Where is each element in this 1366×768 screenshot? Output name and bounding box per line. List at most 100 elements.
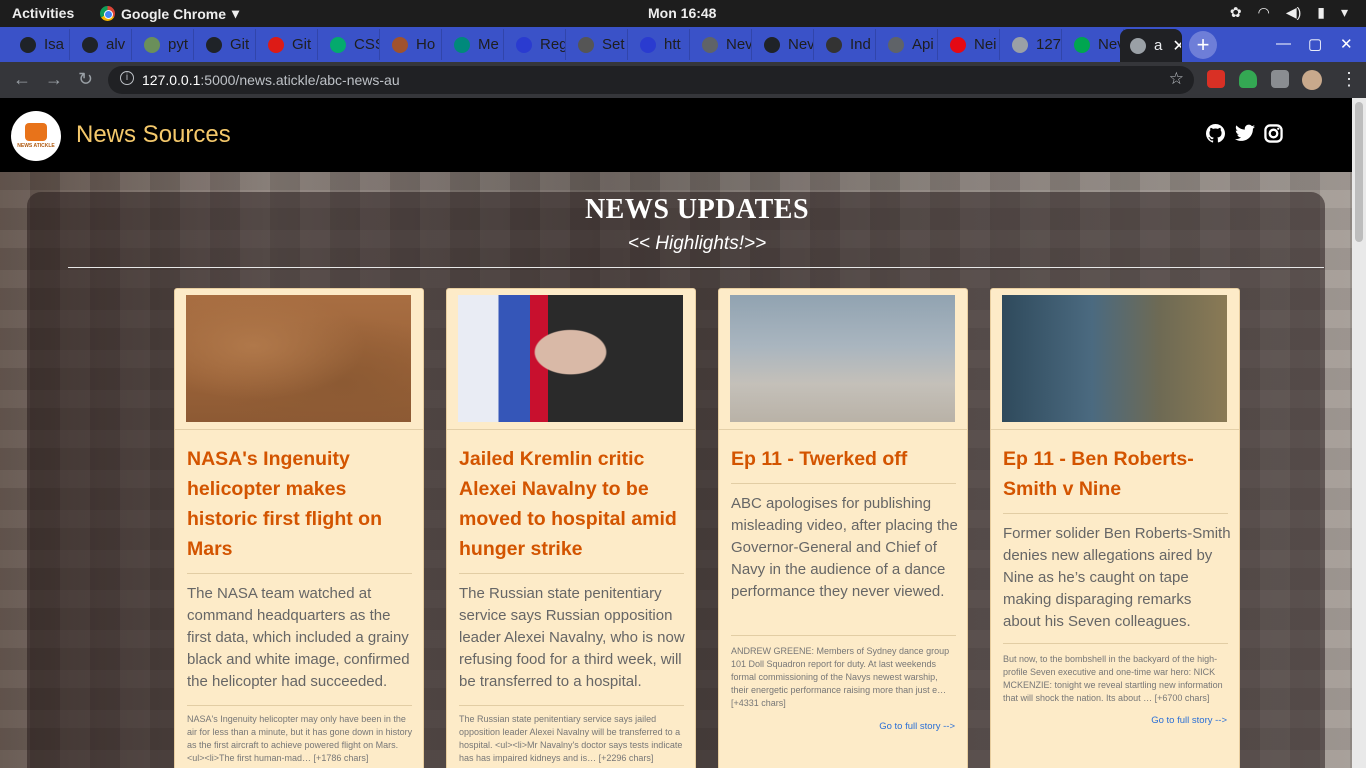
meet-icon bbox=[454, 36, 470, 53]
app-menu[interactable]: Google Chrome ▾ bbox=[100, 5, 239, 22]
close-tab-icon[interactable]: ✕ bbox=[1172, 36, 1181, 56]
tab[interactable]: pyt bbox=[134, 29, 194, 60]
article-image-frame bbox=[447, 289, 695, 430]
forward-icon[interactable]: → bbox=[45, 69, 63, 90]
article-description: Former solider Ben Roberts-Smith denies … bbox=[1003, 525, 1231, 630]
os-top-bar: Activities Google Chrome ▾ Mon 16:48 ✿ ◠… bbox=[0, 0, 1366, 27]
tab[interactable]: Me bbox=[444, 29, 504, 60]
article-image-frame bbox=[175, 289, 423, 430]
bookmark-star-icon[interactable]: ☆ bbox=[1169, 69, 1184, 89]
scrollbar-thumb[interactable] bbox=[1355, 102, 1363, 242]
tab[interactable]: Nei bbox=[940, 29, 1000, 60]
article-card[interactable]: Jailed Kremlin critic Alexei Navalny to … bbox=[446, 288, 696, 768]
article-card[interactable]: NASA's Ingenuity helicopter makes histor… bbox=[174, 288, 424, 768]
github-icon bbox=[20, 36, 36, 53]
browser-toolbar: ← → ↻ i 127.0.0.1:5000/news.atickle/abc-… bbox=[0, 62, 1366, 98]
article-title[interactable]: Ep 11 - Ben Roberts-Smith v Nine bbox=[1003, 444, 1231, 504]
tab[interactable]: alv bbox=[72, 29, 132, 60]
tab[interactable]: Nev bbox=[754, 29, 814, 60]
minimize-icon[interactable]: — bbox=[1276, 35, 1291, 52]
extension-shield-icon[interactable] bbox=[1239, 70, 1257, 88]
mars-helicopter-image[interactable] bbox=[186, 295, 411, 422]
full-story-link[interactable]: Go to full story --> bbox=[1151, 715, 1227, 726]
divider bbox=[187, 705, 412, 706]
extensions-puzzle-icon[interactable] bbox=[1271, 70, 1289, 88]
tab[interactable]: Set bbox=[568, 29, 628, 60]
logo-mark-icon bbox=[25, 123, 47, 141]
info-icon[interactable]: i bbox=[120, 71, 134, 85]
activities-button[interactable]: Activities bbox=[12, 5, 74, 21]
close-icon[interactable]: ✕ bbox=[1340, 35, 1353, 53]
tab[interactable]: 127 bbox=[1002, 29, 1062, 60]
article-description: ABC apologises for publishing misleading… bbox=[731, 495, 958, 600]
tab-active[interactable]: a✕ bbox=[1120, 29, 1182, 62]
page-scrollbar[interactable] bbox=[1352, 98, 1366, 768]
article-content: ANDREW GREENE: Members of Sydney dance g… bbox=[731, 646, 950, 708]
divider bbox=[1003, 643, 1228, 644]
new-tab-button[interactable]: + bbox=[1189, 31, 1217, 59]
navalny-portrait-image[interactable] bbox=[458, 295, 683, 422]
github-icon[interactable] bbox=[1206, 124, 1225, 148]
page-icon bbox=[516, 36, 532, 53]
secrets-of-war-image[interactable] bbox=[1002, 295, 1227, 422]
reload-icon[interactable]: ↻ bbox=[78, 69, 93, 90]
github-icon bbox=[764, 36, 780, 53]
tab[interactable]: Nev bbox=[692, 29, 752, 60]
divider bbox=[68, 267, 1324, 268]
divider bbox=[731, 483, 956, 484]
tab[interactable]: Nev bbox=[1064, 29, 1124, 60]
site-navbar: NEWS ATICKLE News Sources bbox=[0, 98, 1352, 172]
site-logo[interactable]: NEWS ATICKLE bbox=[11, 111, 61, 161]
maximize-icon[interactable]: ▢ bbox=[1308, 35, 1322, 53]
site-brand[interactable]: News Sources bbox=[76, 121, 231, 149]
clock[interactable]: Mon 16:48 bbox=[648, 5, 716, 21]
twitter-icon[interactable] bbox=[1235, 124, 1255, 147]
app-name: Google Chrome bbox=[121, 5, 227, 22]
divider bbox=[459, 573, 684, 574]
tab[interactable]: Ind bbox=[816, 29, 876, 60]
tab-label: Nei bbox=[974, 36, 997, 53]
tab-label: CSS bbox=[354, 36, 379, 53]
gear-icon bbox=[578, 36, 594, 53]
article-title[interactable]: NASA's Ingenuity helicopter makes histor… bbox=[187, 444, 415, 564]
back-icon[interactable]: ← bbox=[13, 69, 31, 90]
battery-icon[interactable]: ▮ bbox=[1317, 4, 1325, 21]
dance-performance-image[interactable] bbox=[730, 295, 955, 422]
address-bar[interactable]: i 127.0.0.1:5000/news.atickle/abc-news-a… bbox=[108, 66, 1194, 94]
tab-label: Reg bbox=[540, 36, 566, 53]
chrome-icon bbox=[100, 6, 115, 21]
menu-caret-icon[interactable]: ▾ bbox=[1341, 4, 1348, 21]
tab[interactable]: Api bbox=[878, 29, 938, 60]
tab[interactable]: Isa bbox=[10, 29, 70, 60]
divider bbox=[187, 573, 412, 574]
article-card[interactable]: Ep 11 - Twerked off ABC apologises for pu… bbox=[718, 288, 968, 768]
px-icon bbox=[1074, 36, 1090, 53]
tab-label: Set bbox=[602, 36, 625, 53]
full-story-link[interactable]: Go to full story --> bbox=[879, 721, 955, 732]
tab[interactable]: Reg bbox=[506, 29, 566, 60]
tab-label: Nev bbox=[726, 36, 752, 53]
profile-avatar[interactable] bbox=[1302, 70, 1322, 90]
article-card[interactable]: Ep 11 - Ben Roberts-Smith v Nine Former s… bbox=[990, 288, 1240, 768]
tab[interactable]: CSS bbox=[320, 29, 380, 60]
url-text: 127.0.0.1:5000/news.atickle/abc-news-au bbox=[142, 72, 400, 88]
github-icon bbox=[82, 36, 98, 53]
tab[interactable]: Git bbox=[196, 29, 256, 60]
browser-menu-icon[interactable]: ⋮ bbox=[1340, 69, 1358, 90]
article-content: The Russian state penitentiary service s… bbox=[459, 714, 683, 763]
article-description: The NASA team watched at command headqua… bbox=[187, 585, 410, 690]
tab[interactable]: Git bbox=[258, 29, 318, 60]
url-host: 127.0.0.1 bbox=[142, 72, 201, 88]
extension-lock-icon[interactable] bbox=[1207, 70, 1225, 88]
globe-icon bbox=[702, 36, 718, 53]
article-title[interactable]: Jailed Kremlin critic Alexei Navalny to … bbox=[459, 444, 687, 564]
angular-icon bbox=[268, 36, 284, 53]
instagram-icon[interactable] bbox=[1264, 124, 1283, 148]
wifi-icon[interactable]: ◠ bbox=[1258, 4, 1270, 21]
system-tray[interactable]: ✿ ◠ ◀) ▮ ▾ bbox=[1230, 4, 1348, 21]
settings-icon[interactable]: ✿ bbox=[1230, 4, 1242, 21]
tab[interactable]: htt bbox=[630, 29, 690, 60]
tab[interactable]: Ho bbox=[382, 29, 442, 60]
article-title[interactable]: Ep 11 - Twerked off bbox=[731, 444, 959, 474]
volume-icon[interactable]: ◀) bbox=[1286, 4, 1301, 21]
